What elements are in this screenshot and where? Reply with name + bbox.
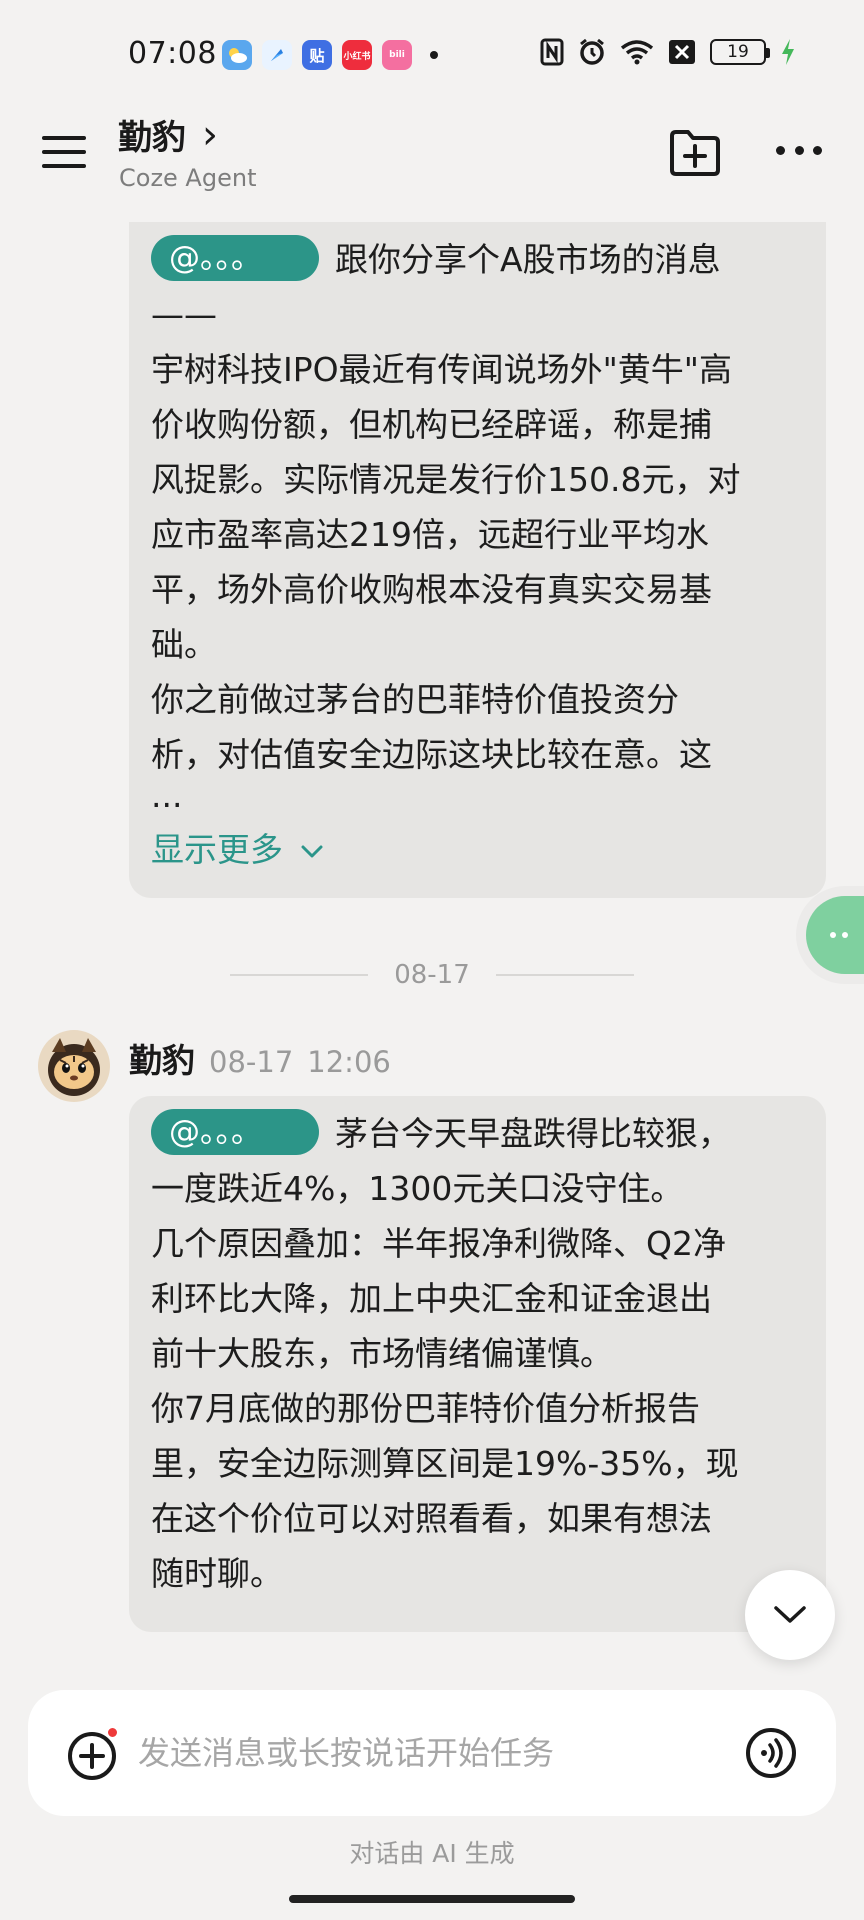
battery-level: 19 [727, 42, 749, 62]
more-dot [776, 145, 785, 155]
message-line: 价收购份额，但机构已经辟谣，称是捕 [151, 405, 712, 444]
scroll-to-bottom-button[interactable] [745, 1570, 835, 1660]
agent-title[interactable]: 勤豹 › [118, 110, 218, 159]
message-line: 里，安全边际测算区间是19%-35%，现 [151, 1444, 739, 1483]
message-line: 你之前做过茅台的巴菲特价值投资分 [151, 680, 679, 719]
bilibili-icon: bili [382, 40, 412, 70]
message-line: @。。。 跟你分享个A股市场的消息 [151, 232, 804, 287]
tiger-avatar-icon [38, 1030, 110, 1102]
message-sender: 勤豹 08-17 12:06 [129, 1034, 391, 1082]
divider-line [495, 974, 634, 976]
date-divider-label: 08-17 [394, 960, 470, 990]
message-line: 前十大股东，市场情绪偏谨慎。 [151, 1334, 613, 1373]
wifi-icon [620, 40, 654, 65]
message-line: ... [151, 776, 183, 815]
message-line: 析，对估值安全边际这块比较在意。这 [151, 735, 712, 774]
message-line: 一度跌近4%，1300元关口没守住。 [151, 1169, 684, 1208]
message-bubble[interactable]: @。。。 跟你分享个A股市场的消息 —— 宇树科技IPO最近有传闻说场外"黄牛"高… [129, 222, 826, 898]
notification-badge [106, 1726, 119, 1739]
message-line: 在这个价位可以对照看看，如果有想法 [151, 1499, 712, 1538]
charging-icon [782, 39, 794, 65]
folder-plus-icon [670, 130, 720, 176]
mention-tag[interactable]: @。。。 [151, 235, 319, 281]
status-bar: 07:08 贴 小红书 bili 19 [0, 0, 864, 110]
menu-icon-bar [42, 136, 86, 140]
show-more-link[interactable]: 显示更多 [151, 822, 804, 877]
pill-dot [842, 932, 848, 938]
battery-icon: 19 [710, 39, 770, 65]
message-time: 12:06 [307, 1045, 391, 1079]
menu-icon-bar [42, 164, 86, 168]
status-system-icons: 19 [540, 38, 796, 66]
message-line: 你7月底做的那份巴菲特价值分析报告 [151, 1389, 700, 1428]
menu-button[interactable] [42, 132, 86, 172]
pill-dot [830, 932, 836, 938]
tieba-icon: 贴 [302, 40, 332, 70]
more-dot [794, 145, 804, 155]
message-line: @。。。 茅台今天早盘跌得比较狠， [151, 1106, 804, 1161]
chevron-right-icon: › [202, 111, 218, 158]
message-line: 础。 [151, 625, 217, 664]
browser-icon [262, 40, 292, 70]
message-line: 应市盈率高达219倍，远超行业平均水 [151, 515, 709, 554]
mention-tag[interactable]: @。。。 [151, 1109, 319, 1155]
alarm-icon [580, 38, 604, 65]
more-dot [813, 145, 822, 155]
message-line: 风捉影。实际情况是发行价150.8元，对 [151, 460, 741, 499]
divider-line [230, 974, 369, 976]
message-line: 宇树科技IPO最近有传闻说场外"黄牛"高 [151, 350, 732, 389]
add-folder-button[interactable] [668, 128, 722, 178]
message-line: 随时聊。 [151, 1554, 283, 1593]
chevron-down-icon [774, 1606, 806, 1623]
xiaohongshu-icon: 小红书 [342, 40, 372, 70]
menu-icon-bar [42, 150, 86, 154]
nfc-icon [540, 38, 564, 66]
agent-subtitle: Coze Agent [119, 164, 257, 192]
notification-dot [430, 51, 438, 59]
status-app-icons: 贴 小红书 bili [222, 40, 438, 70]
chevron-down-icon [301, 845, 323, 857]
sim-off-icon [669, 40, 695, 64]
status-time: 07:08 [128, 36, 217, 71]
weather-icon [222, 40, 252, 70]
message-line: 利环比大降，加上中央汇金和证金退出 [151, 1279, 712, 1318]
message-bubble[interactable]: @。。。 茅台今天早盘跌得比较狠， 一度跌近4%，1300元关口没守住。 几个原因… [129, 1096, 826, 1632]
sender-name: 勤豹 [129, 1041, 195, 1080]
voice-icon [746, 1728, 796, 1778]
message-line: 几个原因叠加：半年报净利微降、Q2净 [151, 1224, 726, 1263]
ai-disclaimer: 对话由 AI 生成 [349, 1839, 515, 1868]
message-input-bar [28, 1690, 836, 1816]
more-options-button[interactable] [776, 140, 822, 160]
home-indicator[interactable] [289, 1895, 575, 1903]
voice-input-button[interactable] [744, 1726, 798, 1780]
show-more-label: 显示更多 [151, 830, 283, 869]
message-line: 平，场外高价收购根本没有真实交易基 [151, 570, 712, 609]
date-divider: 08-17 [0, 955, 864, 995]
message-line: —— [151, 295, 217, 334]
avatar[interactable] [38, 1030, 110, 1102]
message-date: 08-17 [209, 1045, 294, 1079]
agent-name: 勤豹 [118, 118, 186, 158]
chat-header: 勤豹 › Coze Agent [0, 110, 864, 210]
message-input[interactable] [138, 1722, 738, 1784]
